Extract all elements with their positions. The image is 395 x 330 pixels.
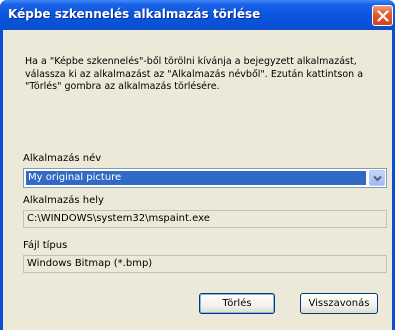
- dropdown-button[interactable]: [369, 170, 385, 186]
- window-title: Képbe szkennelés alkalmazás törlése: [8, 7, 261, 21]
- app-location-field: C:\WINDOWS\system32\mspaint.exe: [23, 210, 387, 228]
- dialog-window: Képbe szkennelés alkalmazás törlése Ha a…: [0, 0, 395, 330]
- cancel-button[interactable]: Visszavonás: [300, 293, 378, 314]
- dialog-body: Ha a "Képbe szkennelés"-ből törölni kívá…: [3, 30, 392, 330]
- file-type-field: Windows Bitmap (*.bmp): [23, 255, 387, 273]
- app-name-label: Alkalmazás név: [23, 153, 102, 164]
- delete-button[interactable]: Törlés: [199, 293, 275, 314]
- app-name-dropdown[interactable]: My original picture: [23, 168, 387, 188]
- title-bar[interactable]: Képbe szkennelés alkalmazás törlése: [0, 0, 395, 30]
- close-button[interactable]: [372, 5, 393, 26]
- instruction-text: Ha a "Képbe szkennelés"-ből törölni kívá…: [25, 56, 364, 92]
- file-type-label: Fájl típus: [23, 240, 68, 251]
- app-location-label: Alkalmazás hely: [23, 195, 104, 206]
- app-name-selected-value[interactable]: My original picture: [26, 171, 366, 185]
